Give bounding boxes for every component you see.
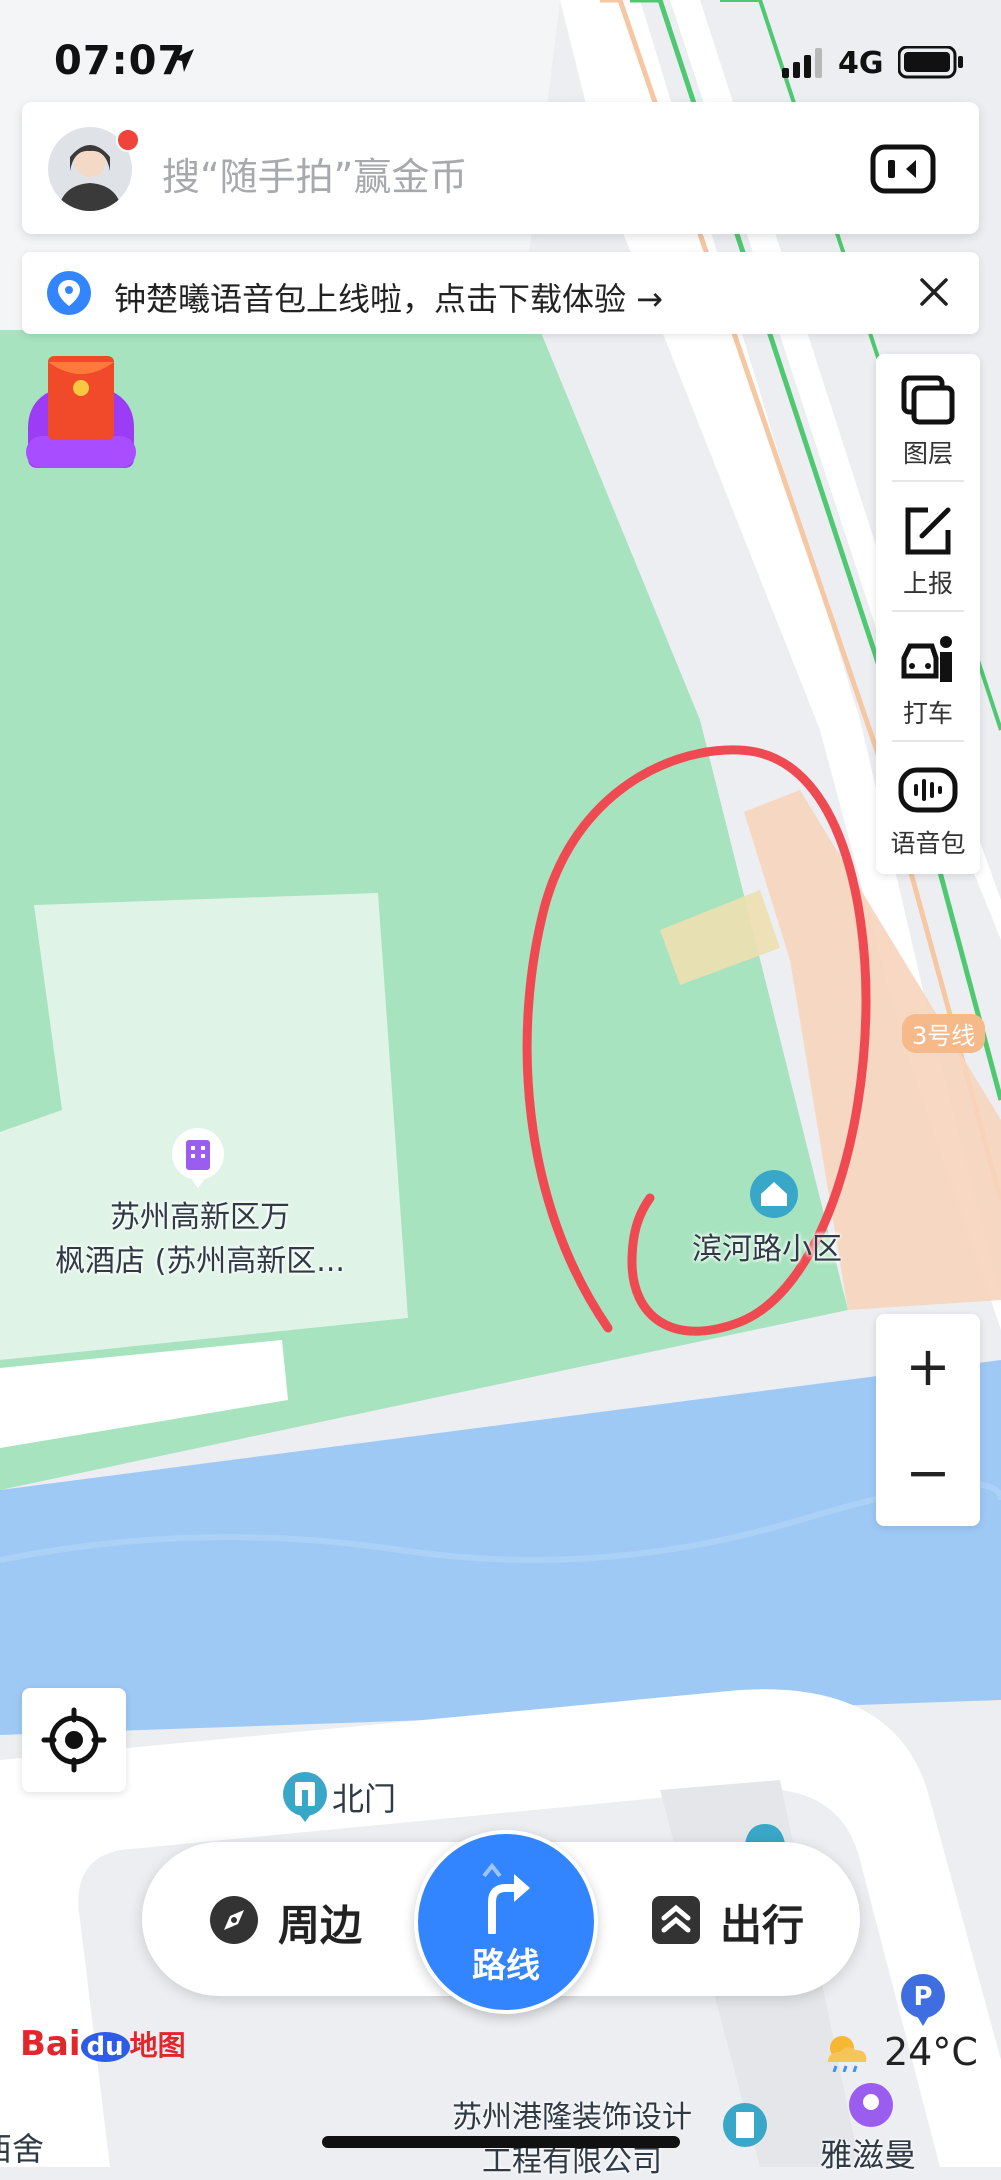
logo-bai: Bai xyxy=(20,2024,81,2064)
location-arrow-icon xyxy=(172,49,194,72)
route-arrow-icon xyxy=(482,1862,530,1934)
weather-temp: 24°C xyxy=(884,2030,978,2074)
layers-label: 图层 xyxy=(902,439,953,468)
hotel-poi-icon[interactable] xyxy=(170,1126,226,1188)
company-poi-icon[interactable] xyxy=(720,2100,770,2150)
community-poi-icon[interactable] xyxy=(748,1168,800,1220)
metro-line-badge[interactable]: 3号线 xyxy=(902,1014,986,1053)
voice-pack-button[interactable]: 语音包 xyxy=(876,744,980,874)
company-label-line1: 苏州港隆装饰设计 xyxy=(452,2100,692,2135)
yazi-poi-icon[interactable] xyxy=(846,2080,896,2130)
taxi-icon xyxy=(901,636,952,682)
route-button[interactable]: 路线 xyxy=(414,1830,598,2014)
taxi-label: 打车 xyxy=(902,699,953,728)
network-type: 4G xyxy=(838,46,884,81)
layers-icon xyxy=(901,375,955,425)
svg-text:P: P xyxy=(913,1982,932,2012)
hotel-label-line1: 苏州高新区万 xyxy=(110,1200,290,1235)
compass-icon[interactable] xyxy=(208,1894,260,1946)
report-button[interactable]: 上报 xyxy=(876,484,980,614)
yazi-label[interactable]: 雅滋曼 xyxy=(820,2130,916,2176)
location-pin-icon xyxy=(47,271,91,315)
divider xyxy=(892,480,964,482)
notice-text[interactable]: 钟楚曦语音包上线啦，点击下载体验 → xyxy=(114,274,663,320)
taxi-button[interactable]: 打车 xyxy=(876,614,980,744)
search-input[interactable]: 搜“随手拍”赢金币 xyxy=(162,146,467,201)
report-label: 上报 xyxy=(902,569,953,598)
nearby-button[interactable]: 周边 xyxy=(278,1892,362,1953)
scan-icon[interactable] xyxy=(870,144,936,194)
hotel-label-line2: 枫酒店 (苏州高新区... xyxy=(55,1244,345,1279)
community-label[interactable]: 滨河路小区 xyxy=(692,1224,842,1268)
logo-map: 地图 xyxy=(129,2029,186,2062)
north-gate-label[interactable]: 北门 xyxy=(332,1774,396,1820)
signal-icon xyxy=(782,48,822,78)
status-time: 07:07 xyxy=(54,38,187,84)
zoom-out-button[interactable]: − xyxy=(876,1420,980,1526)
zoom-in-button[interactable]: + xyxy=(876,1314,980,1420)
battery-icon xyxy=(898,46,963,79)
travel-button[interactable]: 出行 xyxy=(720,1892,804,1953)
voice-pack-notice[interactable]: 钟楚曦语音包上线啦，点击下载体验 → xyxy=(22,252,979,334)
weather-icon xyxy=(828,2036,867,2072)
home-indicator[interactable] xyxy=(322,2136,680,2148)
notification-dot xyxy=(116,128,140,152)
map-tools-panel: 图层 上报 打车 语音包 xyxy=(876,354,980,874)
layers-button[interactable]: 图层 xyxy=(876,354,980,484)
travel-icon[interactable] xyxy=(650,1894,702,1946)
left-edge-label[interactable]: 西舍 xyxy=(0,2124,44,2170)
search-bar[interactable]: 搜“随手拍”赢金币 xyxy=(22,102,979,234)
divider xyxy=(892,740,964,742)
locate-icon xyxy=(41,1707,107,1773)
logo-du: du xyxy=(80,2032,130,2062)
zoom-controls: + − xyxy=(876,1314,980,1526)
hotel-label[interactable]: 苏州高新区万 枫酒店 (苏州高新区... xyxy=(50,1192,350,1280)
parking-icon[interactable]: P xyxy=(898,1972,948,2030)
baidu-map-logo: Bai du 地图 xyxy=(20,2024,186,2064)
close-icon[interactable] xyxy=(912,270,956,314)
locate-button[interactable] xyxy=(22,1688,126,1792)
gate-poi-icon[interactable] xyxy=(280,1770,330,1824)
report-icon xyxy=(905,507,951,555)
voice-pack-icon xyxy=(898,767,958,813)
route-label: 路线 xyxy=(472,1946,540,1986)
divider xyxy=(892,610,964,612)
red-envelope-icon[interactable] xyxy=(22,352,140,474)
voice-pack-label: 语音包 xyxy=(890,829,966,858)
